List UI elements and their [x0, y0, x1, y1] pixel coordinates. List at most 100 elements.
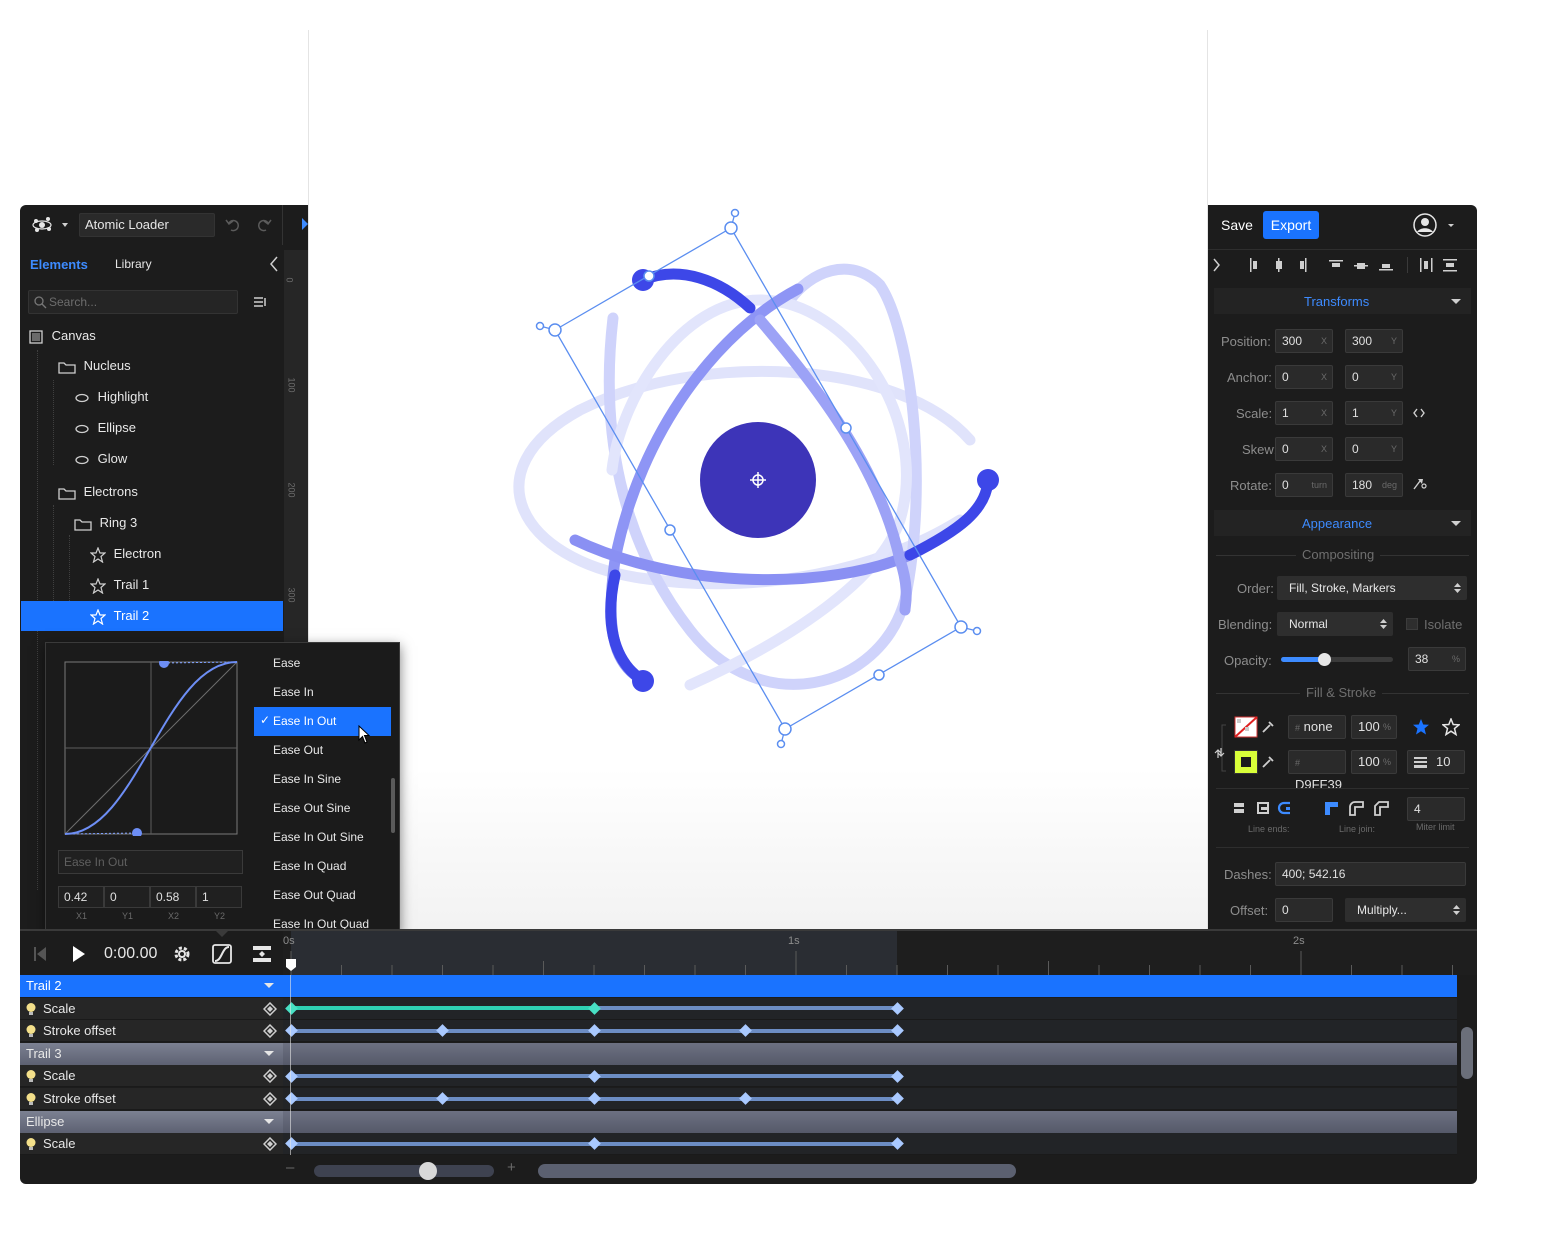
tree-item-nucleus[interactable]: Nucleus	[58, 351, 131, 381]
rotate-turn-field[interactable]: 0 turn	[1275, 473, 1333, 497]
easing-curve-icon[interactable]	[212, 944, 232, 964]
skip-to-start-icon[interactable]	[32, 945, 48, 963]
scale-y-field[interactable]: 1Y	[1345, 401, 1403, 425]
eyedropper-icon[interactable]	[1261, 720, 1275, 734]
line-join-group[interactable]	[1323, 799, 1393, 819]
star-outline-icon[interactable]	[1442, 718, 1460, 736]
zoom-out-button[interactable]: –	[286, 1159, 294, 1176]
anchor-y-field[interactable]: 0Y	[1345, 365, 1403, 389]
timeline-property-row[interactable]: Stroke offset	[20, 1088, 1457, 1111]
rotate-direction-icon[interactable]	[1412, 477, 1428, 491]
offset-label: Offset:	[1230, 903, 1269, 918]
tree-item-canvas[interactable]: Canvas	[28, 321, 96, 351]
offset-mode-select[interactable]: Multiply...	[1345, 898, 1466, 922]
bezier-curve-graph[interactable]	[64, 661, 239, 836]
export-button[interactable]: Export	[1263, 211, 1319, 239]
settings-gear-icon[interactable]	[172, 944, 192, 964]
easing-option[interactable]: Ease In Sine	[254, 765, 391, 793]
star-filled-icon[interactable]	[1412, 718, 1430, 736]
skew-y-field[interactable]: 0Y	[1345, 437, 1403, 461]
timeline-v-scrollbar[interactable]	[1461, 1027, 1473, 1079]
tree-item-electron[interactable]: Electron	[89, 539, 161, 569]
play-preview-icon[interactable]	[300, 214, 308, 234]
zoom-slider-knob[interactable]	[419, 1162, 437, 1180]
tree-item-glow[interactable]: Glow	[74, 444, 127, 474]
tree-item-electrons[interactable]: Electrons	[58, 477, 138, 507]
time-ruler[interactable]: 0s 1s 2s	[283, 931, 1477, 975]
align-toolbar[interactable]	[1208, 255, 1477, 275]
appearance-section-header[interactable]: Appearance	[1214, 510, 1471, 536]
zoom-in-button[interactable]: +	[507, 1159, 516, 1176]
align-left-icon	[1250, 258, 1257, 272]
playhead[interactable]	[285, 957, 297, 977]
eyedropper-icon[interactable]	[1261, 755, 1275, 769]
timeline-property-row[interactable]: Scale	[20, 997, 1457, 1020]
tree-item-trail-2-selected[interactable]: Trail 2	[21, 601, 283, 631]
fill-none-swatch[interactable]	[1234, 716, 1258, 738]
easing-x2-field[interactable]: 0.58	[150, 886, 196, 908]
scale-x-field[interactable]: 1X	[1275, 401, 1333, 425]
rotate-deg-field[interactable]: 180 deg	[1345, 473, 1403, 497]
easing-option[interactable]: Ease In Quad	[254, 852, 391, 880]
position-y-field[interactable]: 300 Y	[1345, 329, 1403, 353]
easing-option[interactable]: Ease In Out Quad	[254, 910, 391, 931]
timeline-group-row[interactable]: Trail 2	[20, 975, 1457, 998]
electron-left	[632, 670, 654, 692]
timeline-group-row[interactable]: Ellipse	[20, 1110, 1457, 1133]
easing-option[interactable]: Ease Out Sine	[254, 794, 391, 822]
zoom-slider[interactable]	[314, 1162, 494, 1180]
play-icon[interactable]	[70, 945, 86, 963]
easing-option[interactable]: Ease In	[254, 678, 391, 706]
stroke-color-swatch[interactable]	[1234, 750, 1258, 774]
save-button[interactable]: Save	[1221, 217, 1253, 233]
rotate-label: Rotate:	[1230, 478, 1272, 493]
fill-hex-field[interactable]: # none	[1288, 715, 1346, 739]
lightbulb-icon	[26, 1002, 36, 1015]
timeline-property-row[interactable]: Stroke offset	[20, 1020, 1457, 1043]
position-x-field[interactable]: 300 X	[1275, 329, 1333, 353]
dashes-field[interactable]: 400; 542.16	[1275, 862, 1466, 886]
easing-list-scrollbar[interactable]	[391, 778, 395, 833]
chevron-down-icon	[1451, 521, 1461, 526]
easing-option[interactable]: Ease	[254, 649, 391, 677]
miter-limit-field[interactable]: 4	[1407, 797, 1465, 821]
property-label: Scale	[43, 1000, 76, 1016]
blending-select[interactable]: Normal	[1277, 612, 1393, 636]
fill-opacity-field[interactable]: 100%	[1351, 715, 1397, 739]
easing-option[interactable]: Ease Out Quad	[254, 881, 391, 909]
timeline-h-scrollbar[interactable]	[538, 1164, 1016, 1178]
fill-stroke-label: Fill & Stroke	[1300, 685, 1383, 700]
user-avatar-icon[interactable]	[1412, 213, 1456, 237]
tree-item-ellipse[interactable]: Ellipse	[74, 413, 136, 443]
stroke-width-field[interactable]: 10	[1407, 750, 1465, 774]
timeline-property-row[interactable]: Scale	[20, 1133, 1457, 1156]
skew-x-field[interactable]: 0X	[1275, 437, 1333, 461]
easing-option[interactable]: Ease In Out Sine	[254, 823, 391, 851]
opacity-slider[interactable]	[1281, 653, 1393, 666]
blending-label: Blending:	[1218, 617, 1273, 632]
stroke-opacity-field[interactable]: 100%	[1351, 750, 1397, 774]
easing-x1-label: X1	[76, 911, 88, 921]
line-ends-group[interactable]	[1230, 799, 1302, 819]
easing-name-input[interactable]: Ease In Out	[58, 850, 243, 874]
stroke-hex-field[interactable]: # D9FF39	[1288, 750, 1346, 792]
easing-x1-field[interactable]: 0.42	[58, 886, 104, 908]
tree-item-ring-3[interactable]: Ring 3	[74, 508, 137, 538]
tree-item-highlight[interactable]: Highlight	[74, 382, 148, 412]
opacity-slider-knob[interactable]	[1317, 653, 1331, 666]
transforms-section-header[interactable]: Transforms	[1214, 288, 1471, 314]
anchor-x-field[interactable]: 0X	[1275, 365, 1333, 389]
easing-y2-field[interactable]: 1	[196, 886, 242, 908]
timeline-property-row[interactable]: Scale	[20, 1065, 1457, 1088]
offset-field[interactable]: 0	[1275, 898, 1333, 922]
swap-fill-stroke-icon[interactable]	[1214, 723, 1236, 773]
timeline-group-row[interactable]: Trail 3	[20, 1042, 1457, 1065]
order-select[interactable]: Fill, Stroke, Markers	[1277, 576, 1467, 600]
isolate-checkbox[interactable]	[1406, 618, 1418, 630]
tree-item-trail-1[interactable]: Trail 1	[89, 570, 149, 600]
opacity-field[interactable]: 38%	[1408, 647, 1466, 671]
keyframe-snap-icon[interactable]	[252, 944, 272, 964]
link-proportions-icon[interactable]	[1412, 407, 1426, 419]
opacity-label: Opacity:	[1224, 653, 1272, 668]
easing-y1-field[interactable]: 0	[104, 886, 150, 908]
